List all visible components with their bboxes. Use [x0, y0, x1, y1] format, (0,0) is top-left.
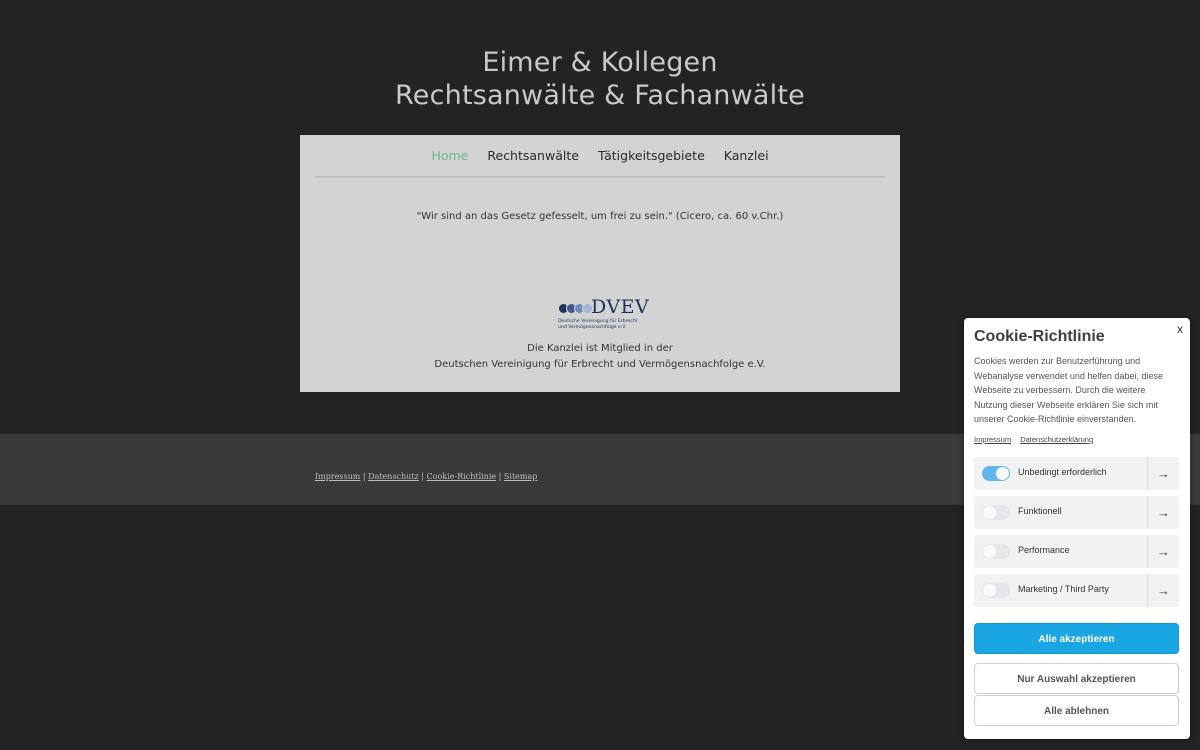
- reject-all-button[interactable]: Alle ablehnen: [974, 695, 1179, 726]
- cookie-category-performance: Performance →: [974, 535, 1179, 568]
- category-label: Unbedingt erforderlich: [1018, 467, 1107, 477]
- main-nav: Home Rechtsanwälte Tätigkeitsgebiete Kan…: [315, 135, 885, 178]
- cookie-category-unbedingt: Unbedingt erforderlich →: [974, 457, 1179, 490]
- logo-dots: [558, 303, 593, 314]
- site-title-line1: Eimer & Kollegen: [482, 47, 718, 78]
- nav-item-rechtsanwaelte[interactable]: Rechtsanwälte: [487, 148, 579, 163]
- membership-text: Die Kanzlei ist Mitglied in der Deutsche…: [300, 341, 900, 373]
- footer-links: Impressum | Datenschutz | Cookie-Richtli…: [315, 472, 537, 481]
- category-label: Performance: [1018, 545, 1070, 555]
- footer-link-impressum[interactable]: Impressum: [315, 472, 360, 481]
- membership-line1: Die Kanzlei ist Mitglied in der: [527, 343, 673, 354]
- footer-link-sitemap[interactable]: Sitemap: [504, 472, 537, 481]
- arrow-right-icon[interactable]: →: [1147, 496, 1179, 529]
- arrow-right-icon[interactable]: →: [1147, 574, 1179, 607]
- category-label: Marketing / Third Party: [1018, 584, 1109, 594]
- cookie-category-funktionell: Funktionell →: [974, 496, 1179, 529]
- footer-separator: |: [496, 472, 504, 481]
- membership-line2: Deutschen Vereinigung für Erbrecht und V…: [434, 359, 766, 370]
- logo-subtitle: Deutsche Vereinigung für Erbrecht und Ve…: [558, 319, 637, 331]
- toggle-knob: [983, 584, 996, 597]
- footer-link-datenschutz[interactable]: Datenschutz: [368, 472, 419, 481]
- nav-item-home[interactable]: Home: [431, 148, 468, 163]
- toggle-performance[interactable]: [982, 544, 1010, 559]
- footer-link-cookie-richtlinie[interactable]: Cookie-Richtlinie: [427, 472, 497, 481]
- close-icon[interactable]: x: [1177, 322, 1183, 336]
- cookie-description: Cookies werden zur Benutzerführung und W…: [974, 356, 1163, 424]
- footer-separator: |: [418, 472, 427, 481]
- toggle-knob: [983, 545, 996, 558]
- nav-item-taetigkeitsgebiete[interactable]: Tätigkeitsgebiete: [598, 148, 705, 163]
- toggle-unbedingt[interactable]: [982, 466, 1010, 481]
- cookie-title: Cookie-Richtlinie: [974, 328, 1105, 345]
- site-title: Eimer & Kollegen Rechtsanwälte & Fachanw…: [0, 46, 1200, 112]
- cicero-quote: "Wir sind an das Gesetz gefesselt, um fr…: [416, 211, 784, 222]
- cookie-links: Impressum Datenschutzerklärung: [974, 435, 1100, 444]
- toggle-knob: [983, 506, 996, 519]
- toggle-funktionell[interactable]: [982, 505, 1010, 520]
- nav-item-kanzlei[interactable]: Kanzlei: [724, 148, 769, 163]
- logo-brand: DVEV: [591, 296, 650, 318]
- category-label: Funktionell: [1018, 506, 1062, 516]
- cookie-link-datenschutz[interactable]: Datenschutzerklärung: [1020, 435, 1093, 444]
- cookie-category-marketing: Marketing / Third Party →: [974, 574, 1179, 607]
- cookie-panel: x Cookie-Richtlinie Cookies werden zur B…: [964, 318, 1190, 739]
- arrow-right-icon[interactable]: →: [1147, 457, 1179, 490]
- site-title-line2: Rechtsanwälte & Fachanwälte: [395, 80, 805, 111]
- dvev-logo[interactable]: DVEV Deutsche Vereinigung für Erbrecht u…: [558, 296, 649, 336]
- toggle-marketing[interactable]: [982, 583, 1010, 598]
- content-box: Home Rechtsanwälte Tätigkeitsgebiete Kan…: [300, 135, 900, 392]
- cookie-link-impressum[interactable]: Impressum: [974, 435, 1011, 444]
- toggle-knob: [996, 467, 1009, 480]
- accept-all-button[interactable]: Alle akzeptieren: [974, 623, 1179, 654]
- arrow-right-icon[interactable]: →: [1147, 535, 1179, 568]
- logo-subtitle-line2: und Vermögensnachfolge e.V.: [558, 325, 627, 330]
- accept-selection-button[interactable]: Nur Auswahl akzeptieren: [974, 663, 1179, 694]
- footer-separator: |: [360, 472, 369, 481]
